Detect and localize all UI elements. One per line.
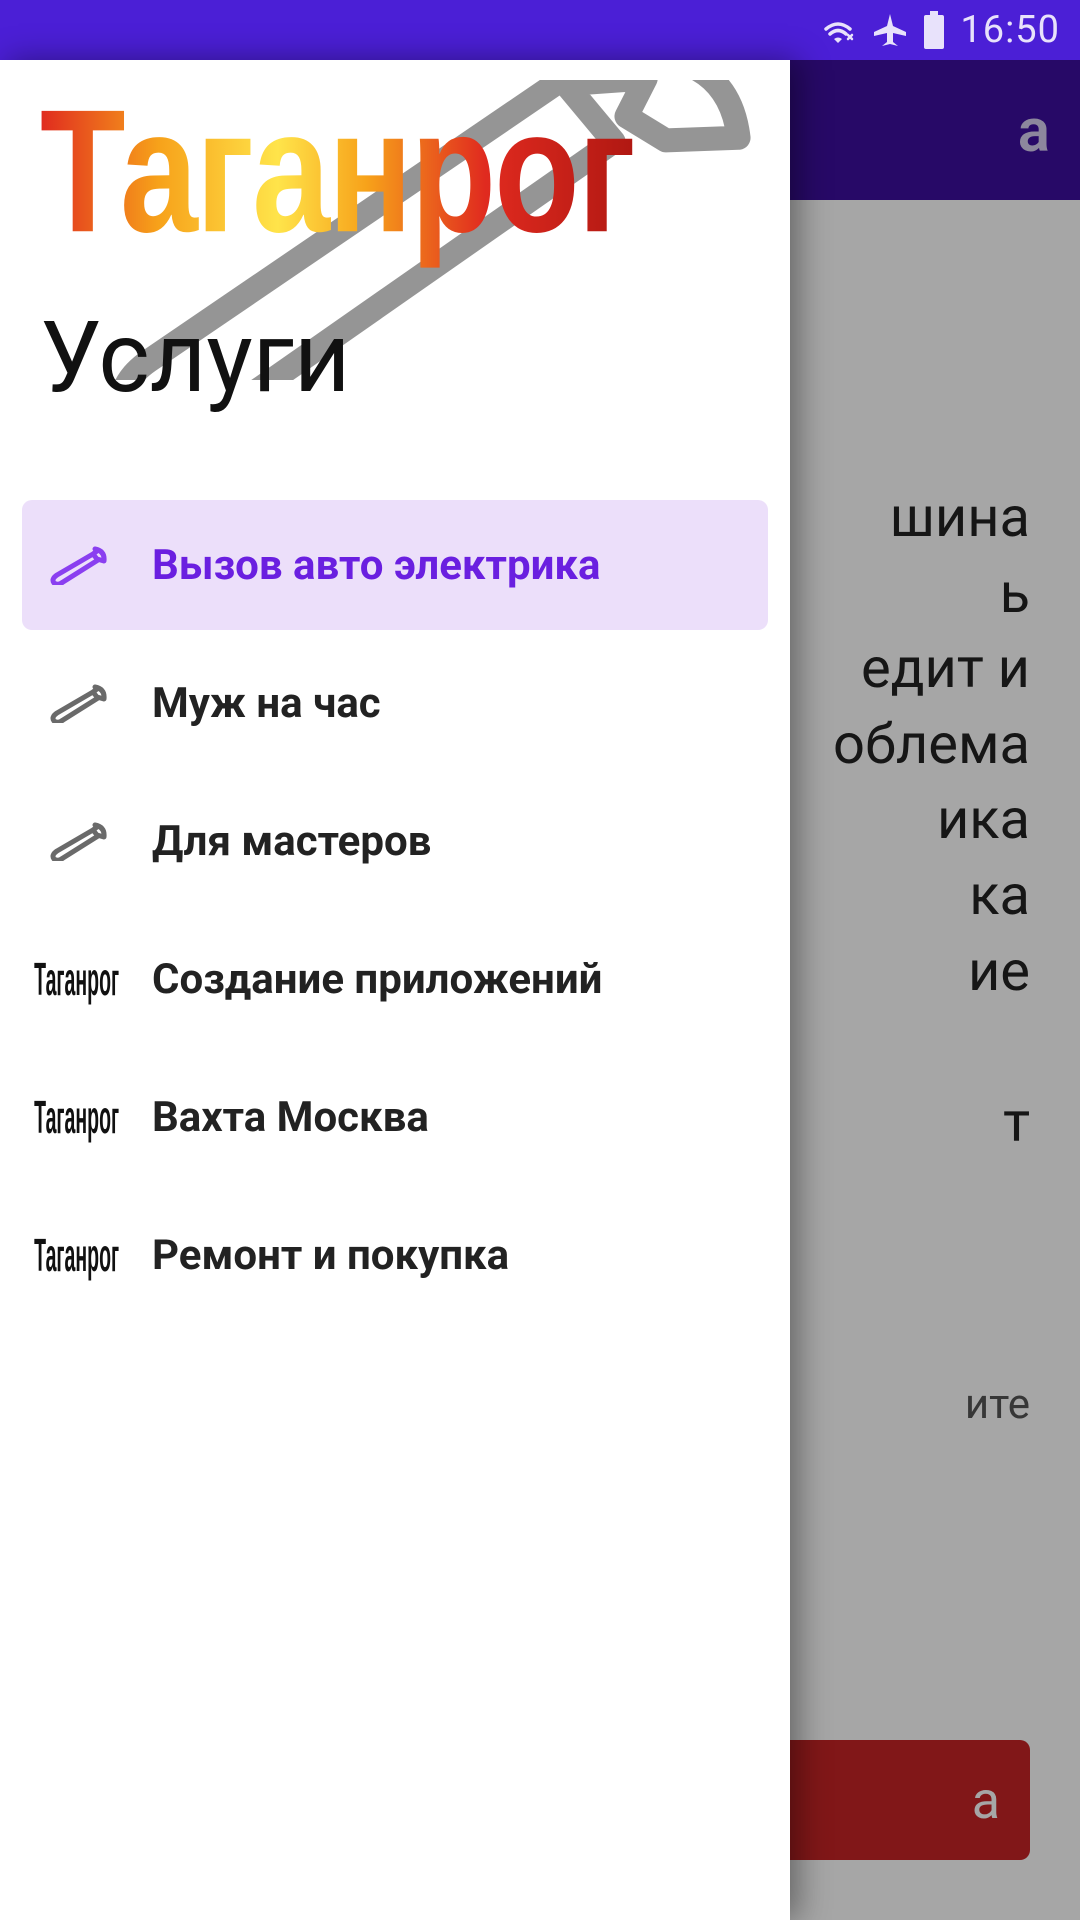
wrench-icon [42,530,112,600]
drawer-menu: Вызов авто электрика Муж на час Для маст… [0,480,790,1348]
navigation-drawer: Таганрог Услуги Вызов авто электрика М [0,60,790,1920]
screen-root: 16:50 а шина ь едит и облема ика ка ие т… [0,0,1080,1920]
status-bar: 16:50 [0,0,1080,60]
airplane-icon [872,12,908,48]
wrench-icon [42,668,112,738]
menu-item-label: Ремонт и покупка [152,1231,509,1280]
taganrog-mini-icon: Таганрог [42,1220,112,1290]
wifi-icon [818,13,858,47]
taganrog-mini-icon: Таганрог [42,1082,112,1152]
menu-item-app-creation[interactable]: Таганрог Создание приложений [22,914,768,1044]
taganrog-mini-icon: Таганрог [42,944,112,1014]
drawer-logo-text: Таганрог [40,70,634,273]
menu-item-vakhta-moscow[interactable]: Таганрог Вахта Москва [22,1052,768,1182]
menu-item-repair-purchase[interactable]: Таганрог Ремонт и покупка [22,1190,768,1320]
menu-item-auto-electric[interactable]: Вызов авто электрика [22,500,768,630]
drawer-subtitle: Услуги [40,300,350,415]
menu-item-husband-hour[interactable]: Муж на час [22,638,768,768]
menu-item-label: Для мастеров [152,817,431,866]
menu-item-label: Вахта Москва [152,1093,429,1142]
menu-item-label: Вызов авто электрика [152,541,601,590]
menu-item-label: Создание приложений [152,955,602,1004]
wrench-icon [42,806,112,876]
status-time: 16:50 [960,8,1060,52]
battery-icon [922,11,946,49]
drawer-header: Таганрог Услуги [0,60,790,480]
menu-item-label: Муж на час [152,679,381,728]
menu-item-for-masters[interactable]: Для мастеров [22,776,768,906]
